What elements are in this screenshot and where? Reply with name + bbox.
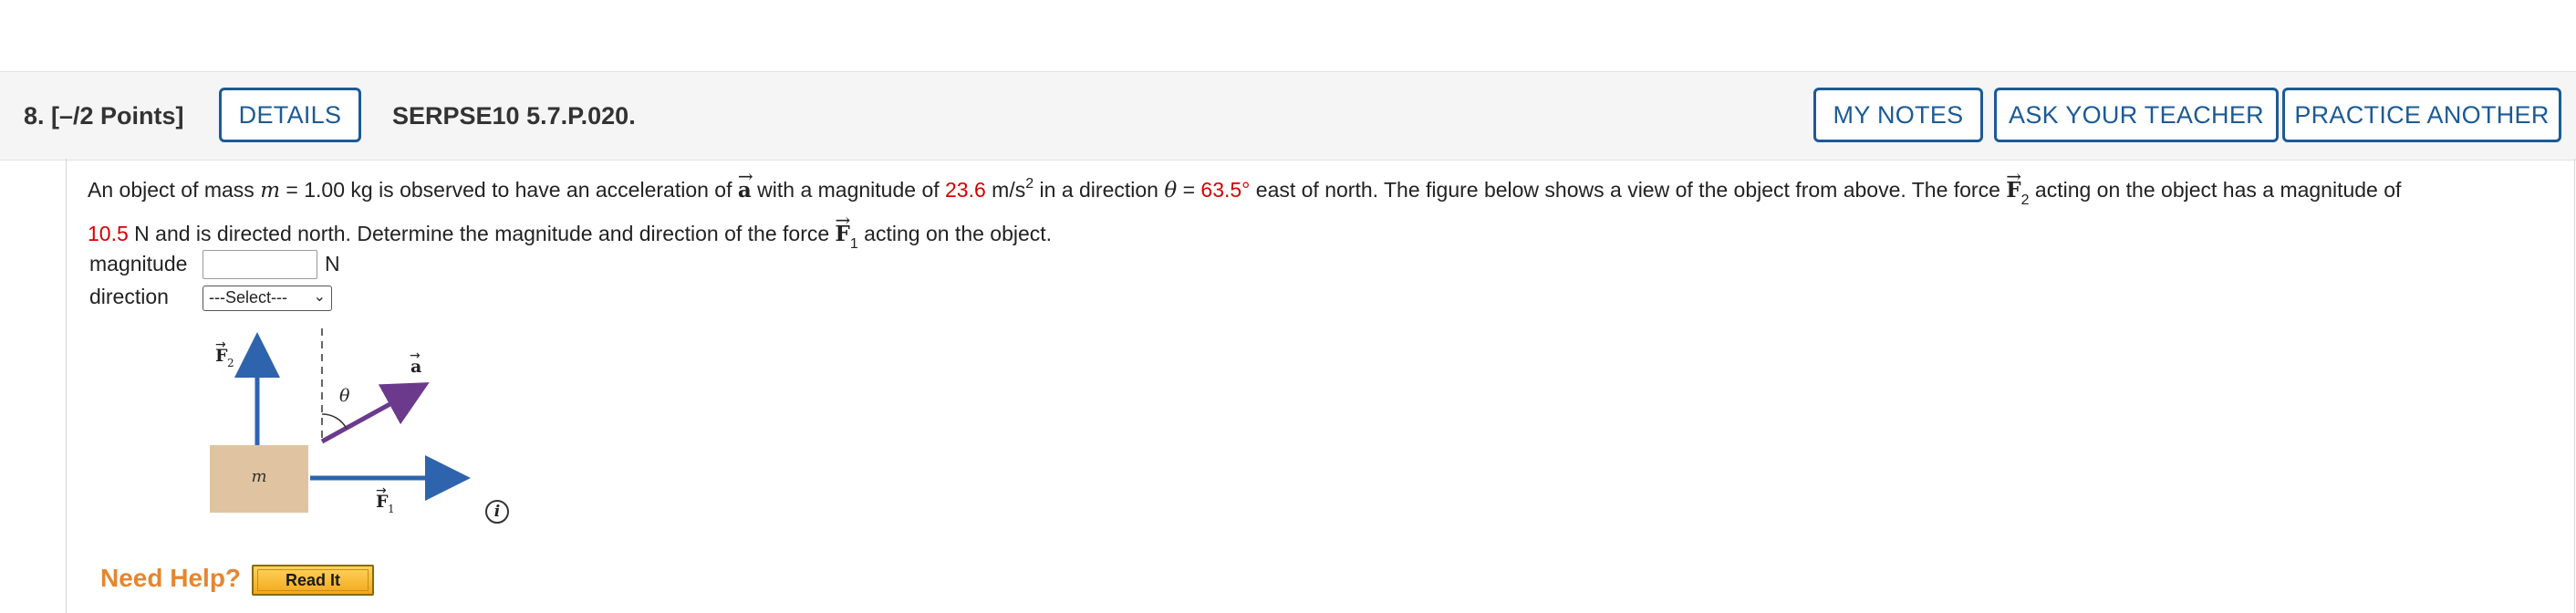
problem-text: acting on the object has a magnitude of [2029,178,2402,202]
force2-label-subscript: 2 [227,357,234,369]
force1-subscript: 1 [849,236,858,252]
question-left-border [66,159,67,613]
force-diagram: m θ F 2 → a → F 1 → [210,328,471,515]
problem-text: with a magnitude of [751,178,946,202]
accel-unit: m/s [985,178,1026,202]
question-right-border [2574,159,2575,613]
theta-label: θ [339,386,350,406]
problem-text: N and is directed north. Determine the m… [128,222,836,245]
magnitude-label: magnitude [89,252,188,275]
practice-another-button[interactable]: PRACTICE ANOTHER [2282,88,2561,142]
ask-your-teacher-button[interactable]: ASK YOUR TEACHER [1994,88,2279,142]
force1-label-arrow: → [376,483,387,498]
problem-text: east of north. The figure below shows a … [1250,178,2007,202]
accel-vector-symbol: → a [737,165,753,203]
direction-selected-value: ---Select--- [209,288,287,306]
details-button[interactable]: DETAILS [219,88,361,142]
force2-value: 10.5 [88,222,129,245]
accel-label-arrow: → [410,348,421,363]
problem-code: SERPSE10 5.7.P.020. [392,102,636,130]
read-it-button[interactable]: Read It [252,565,374,596]
problem-statement: An object of mass m = 1.00 kg is observe… [88,165,2550,257]
read-it-label: Read It [285,571,340,589]
my-notes-button[interactable]: MY NOTES [1813,88,1983,142]
chevron-down-icon: ⌄ [313,289,326,305]
direction-label: direction [89,285,169,308]
problem-text: in a direction [1034,178,1165,202]
magnitude-input[interactable] [203,250,317,279]
theta-arc [321,413,348,430]
force1-vector-symbol: → F [835,209,851,246]
force1-label-subscript: 1 [388,503,395,515]
mass-block-label: m [251,467,266,486]
question-number: 8. [–/2 Points] [24,102,184,130]
acceleration-arrow [320,382,430,444]
theta-symbol: θ [1164,179,1178,203]
need-help-label: Need Help? [100,564,242,592]
magnitude-unit: N [325,252,340,275]
force2-vector-symbol: → F [2006,165,2022,203]
problem-text: = 1.00 kg is observed to have an acceler… [280,178,738,202]
direction-select[interactable]: ---Select--- ⌄ [203,286,332,311]
problem-text: acting on the object. [857,222,1053,245]
force2-label-arrow: → [215,338,226,352]
accel-exponent: 2 [1025,176,1034,192]
problem-text: An object of mass [88,178,261,202]
info-icon[interactable]: i [485,500,509,524]
accel-value: 23.6 [945,178,986,202]
angle-value: 63.5° [1200,178,1251,202]
mass-symbol: m [260,179,281,203]
force2-subscript: 2 [2020,192,2030,208]
problem-text: = [1177,178,1201,202]
